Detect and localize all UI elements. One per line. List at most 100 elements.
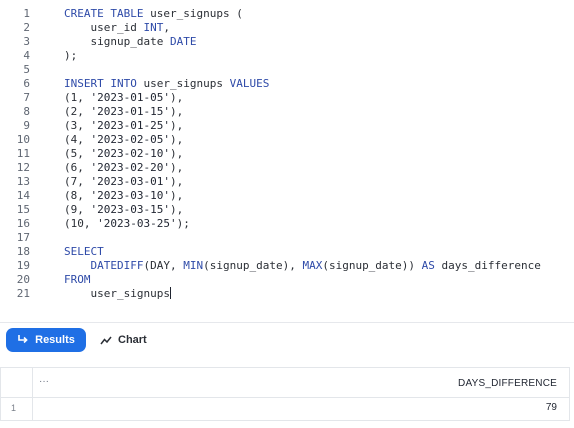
sql-token: (9, [64,203,91,216]
code-text[interactable]: SELECT [64,245,104,259]
code-line[interactable]: 4); [0,49,574,63]
sql-token: (signup_date), [203,259,303,272]
code-text[interactable]: (6, '2023-02-20'), [64,161,183,175]
code-line[interactable]: 13 (7, '2023-03-01'), [0,175,574,189]
line-number: 21 [16,287,30,300]
code-text[interactable]: (1, '2023-01-05'), [64,91,183,105]
code-text[interactable]: (5, '2023-02-10'), [64,147,183,161]
code-line[interactable]: 9 (3, '2023-01-25'), [0,119,574,133]
code-text[interactable]: (9, '2023-03-15'), [64,203,183,217]
sql-token: (7, [64,175,91,188]
sql-token: user_signups [136,77,230,90]
sql-token: ), [169,105,184,118]
sql-string: '2023-03-15' [90,203,170,216]
sql-token: (DAY, [143,259,184,272]
sql-token: signup_date [64,35,170,48]
line-number: 6 [23,77,30,90]
line-number: 15 [16,203,30,216]
sql-editor[interactable]: 1 CREATE TABLE user_signups (2 user_id IN… [0,0,574,322]
code-line[interactable]: 1 CREATE TABLE user_signups ( [0,7,574,21]
code-text[interactable]: user_id INT, [64,21,170,35]
results-tab-bar: Results Chart [0,323,574,361]
code-line[interactable]: 19 DATEDIFF(DAY, MIN(signup_date), MAX(s… [0,259,574,273]
text-cursor [169,287,171,299]
code-line[interactable]: 3 signup_date DATE [0,35,574,49]
sql-token: ), [169,91,184,104]
column-menu-icon[interactable]: ··· [39,376,49,387]
code-text[interactable]: CREATE TABLE user_signups ( [64,7,243,21]
column-header-days-difference[interactable]: DAYS_DIFFERENCE [458,378,557,389]
code-line[interactable]: 18 SELECT [0,245,574,259]
code-line[interactable]: 5 [0,63,574,77]
line-number: 1 [23,7,30,20]
code-line[interactable]: 6 INSERT INTO user_signups VALUES [0,77,574,91]
code-line[interactable]: 8 (2, '2023-01-15'), [0,105,574,119]
code-text[interactable]: signup_date DATE [64,35,196,49]
line-number: 8 [23,105,30,118]
tab-results-label: Results [35,334,75,346]
tab-results[interactable]: Results [6,328,86,352]
row-number-gutter [1,368,33,420]
code-line[interactable]: 2 user_id INT, [0,21,574,35]
line-number: 13 [16,175,30,188]
code-line[interactable]: 14 (8, '2023-03-10'), [0,189,574,203]
code-text[interactable]: (10, '2023-03-25'); [64,217,190,231]
code-line[interactable]: 15 (9, '2023-03-15'), [0,203,574,217]
code-text[interactable]: DATEDIFF(DAY, MIN(signup_date), MAX(sign… [64,259,541,273]
sql-token: ), [169,133,184,146]
code-line[interactable]: 7 (1, '2023-01-05'), [0,91,574,105]
header-separator [1,397,569,398]
code-text[interactable]: (4, '2023-02-05'), [64,133,183,147]
sql-string: '2023-02-10' [90,147,170,160]
code-text[interactable]: ); [64,49,77,63]
code-line[interactable]: 12 (6, '2023-02-20'), [0,161,574,175]
sql-keyword: DATE [169,35,197,48]
sql-token: (4, [64,133,91,146]
code-line[interactable]: 16 (10, '2023-03-25'); [0,217,574,231]
code-line[interactable]: 20 FROM [0,273,574,287]
sql-string: '2023-03-25' [97,217,177,230]
line-number: 7 [23,91,30,104]
line-number: 19 [16,259,30,272]
sql-keyword: INT [143,21,164,34]
table-cell[interactable]: 79 [546,402,557,413]
code-line[interactable]: 11 (5, '2023-02-10'), [0,147,574,161]
code-text[interactable]: INSERT INTO user_signups VALUES [64,77,269,91]
tab-chart[interactable]: Chart [96,328,160,352]
code-text[interactable]: (3, '2023-01-25'), [64,119,183,133]
line-number: 9 [23,119,30,132]
sql-token: user_signups ( [143,7,243,20]
sql-token: (3, [64,119,91,132]
sql-keyword: INSERT INTO [64,77,137,90]
tab-chart-label: Chart [118,334,147,346]
sql-string: '2023-02-20' [90,161,170,174]
sql-token: (10, [64,217,98,230]
sql-function: MIN [183,259,204,272]
sql-token: ), [169,203,184,216]
sql-keyword: AS [421,259,435,272]
line-number: 12 [16,161,30,174]
code-text[interactable]: (2, '2023-01-15'), [64,105,183,119]
code-line[interactable]: 17 [0,231,574,245]
code-text[interactable]: (8, '2023-03-10'), [64,189,183,203]
line-number: 11 [16,147,30,160]
sql-string: '2023-02-05' [90,133,170,146]
sql-string: '2023-03-10' [90,189,170,202]
line-number: 20 [16,273,30,286]
row-number: 1 [11,403,17,413]
sql-function: DATEDIFF [90,259,144,272]
sql-token: user_signups [64,287,170,300]
sql-string: '2023-01-05' [90,91,170,104]
results-grid: ··· DAYS_DIFFERENCE 1 79 [0,367,570,421]
code-text[interactable]: FROM [64,273,91,287]
sql-function: MAX [302,259,323,272]
line-number: 18 [16,245,30,258]
code-text[interactable]: (7, '2023-03-01'), [64,175,183,189]
sql-token: (signup_date)) [322,259,422,272]
code-line[interactable]: 21 user_signups [0,287,574,301]
code-line[interactable]: 10 (4, '2023-02-05'), [0,133,574,147]
line-number: 17 [16,231,30,244]
sql-token: (1, [64,91,91,104]
line-chart-icon [100,334,112,346]
code-text[interactable]: user_signups [64,287,171,301]
